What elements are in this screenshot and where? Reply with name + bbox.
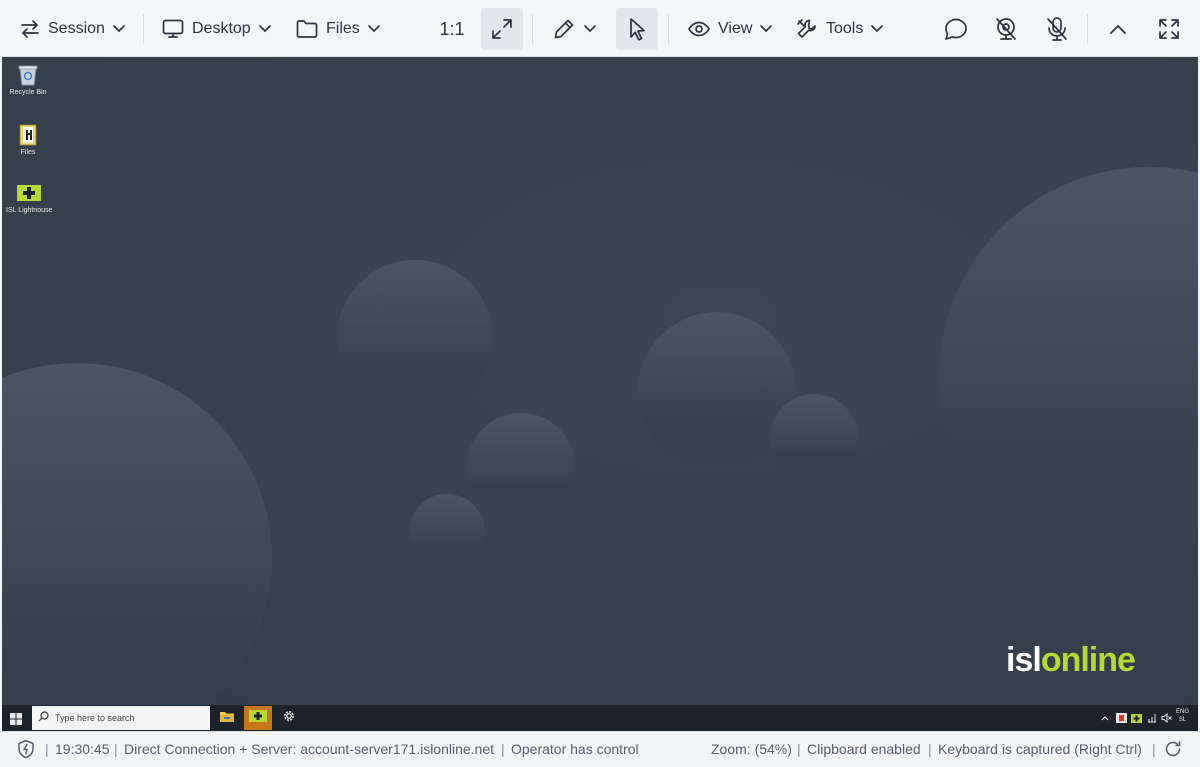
chevron-down-icon (367, 25, 380, 33)
islonline-logo: islonline (1006, 641, 1136, 679)
desktop-menu[interactable]: Desktop (162, 8, 271, 50)
desktop-icon-isl-light[interactable]: ISL Lightnouse (6, 181, 53, 214)
desktop-icon-label: Recycle Bin (9, 89, 47, 96)
chat-button[interactable] (935, 8, 977, 50)
session-time: 19:30:45 (55, 741, 110, 757)
view-label: View (718, 20, 753, 37)
scale-label: 1:1 (439, 18, 465, 39)
session-label: Session (48, 20, 105, 37)
files-menu[interactable]: Files (296, 8, 380, 50)
tools-wrench-icon (796, 18, 818, 40)
webcam-off-icon (993, 16, 1019, 42)
refresh-icon[interactable] (1164, 740, 1182, 761)
taskbar-search-placeholder: Type here to search (55, 713, 135, 723)
desktop-icon-files[interactable]: Files (6, 123, 50, 156)
isl-light-icon (249, 709, 267, 728)
remote-control-button[interactable] (616, 8, 658, 50)
recycle-bin-icon (17, 63, 39, 87)
wallpaper-orb (467, 413, 575, 521)
remote-desktop-view[interactable]: Recycle Bin Files ISL Lightnouse islonli… (2, 57, 1198, 705)
collapse-toolbar-button[interactable] (1097, 8, 1139, 50)
control-status: Operator has control (511, 741, 639, 757)
chevron-down-icon (258, 25, 271, 33)
monitor-icon (162, 19, 184, 39)
toolbar-divider (668, 14, 669, 44)
session-menu[interactable]: Session (20, 8, 125, 50)
pen-icon (552, 17, 576, 41)
tray-overflow-icon[interactable] (1101, 711, 1109, 725)
expand-diagonal-icon (490, 17, 514, 41)
network-icon[interactable] (1147, 711, 1157, 725)
toolbar-divider (1087, 14, 1088, 44)
microphone-off-icon (1045, 16, 1069, 42)
tools-label: Tools (826, 20, 864, 37)
microphone-toggle-button[interactable] (1036, 8, 1078, 50)
chat-bubble-icon (943, 17, 969, 41)
tray-isl-light-icon[interactable] (1131, 711, 1142, 725)
taskbar-settings[interactable] (275, 706, 303, 730)
files-shortcut-icon (17, 123, 39, 147)
remote-taskbar: Type here to search ENG SL (2, 705, 1198, 731)
view-menu[interactable]: View (688, 8, 773, 50)
desktop-icon-recycle-bin[interactable]: Recycle Bin (6, 63, 50, 96)
swap-arrows-icon (20, 19, 40, 39)
fullscreen-icon (1158, 18, 1180, 40)
status-bar: | 19:30:45 | Direct Connection + Server:… (0, 731, 1200, 767)
clipboard-status[interactable]: Clipboard enabled (807, 741, 921, 757)
scale-one-to-one-button[interactable]: 1:1 (431, 8, 473, 50)
desktop-icon-label: Files (20, 149, 36, 156)
connection-info: Direct Connection + Server: account-serv… (124, 741, 495, 757)
desktop-icon-label: ISL Lightnouse (6, 207, 53, 214)
chevron-down-icon (871, 25, 884, 33)
zoom-level[interactable]: Zoom: (54%) (711, 741, 792, 757)
volume-muted-icon[interactable] (1161, 711, 1172, 725)
toolbar-divider (143, 14, 144, 44)
taskbar-file-explorer[interactable] (213, 706, 241, 730)
isl-light-icon (17, 181, 41, 205)
tools-menu[interactable]: Tools (796, 8, 884, 50)
file-explorer-icon (219, 709, 235, 728)
folder-icon (296, 19, 318, 39)
keyboard-capture-status[interactable]: Keyboard is captured (Right Ctrl) (938, 741, 1142, 757)
wallpaper-orb (409, 494, 485, 570)
security-shield-icon (17, 739, 35, 762)
fullscreen-button[interactable] (1148, 8, 1190, 50)
taskbar-search-box[interactable]: Type here to search (32, 706, 210, 730)
wallpaper-orb (2, 363, 272, 705)
chevron-down-icon (584, 25, 596, 33)
wallpaper-orb (337, 260, 493, 416)
desktop-label: Desktop (192, 20, 251, 37)
chevron-up-icon (1110, 24, 1126, 34)
search-icon (38, 709, 49, 727)
taskbar-isl-light[interactable] (244, 706, 272, 730)
annotate-menu[interactable] (552, 8, 596, 50)
fit-to-window-button[interactable] (481, 8, 523, 50)
eye-icon (688, 21, 710, 37)
session-toolbar: Session Desktop Files 1:1 View Tools (0, 0, 1200, 57)
webcam-toggle-button[interactable] (985, 8, 1027, 50)
wallpaper-orb (770, 394, 858, 482)
chevron-down-icon (760, 25, 773, 33)
input-language-indicator[interactable]: ENG SL (1176, 708, 1189, 724)
gear-icon (282, 709, 296, 728)
cursor-pointer-icon (626, 17, 648, 41)
windows-start-icon[interactable] (10, 712, 22, 725)
wallpaper-orb (939, 167, 1198, 587)
tray-isl-icon[interactable] (1116, 711, 1127, 725)
chevron-down-icon (113, 25, 125, 33)
files-label: Files (326, 20, 360, 37)
toolbar-divider (532, 14, 533, 44)
